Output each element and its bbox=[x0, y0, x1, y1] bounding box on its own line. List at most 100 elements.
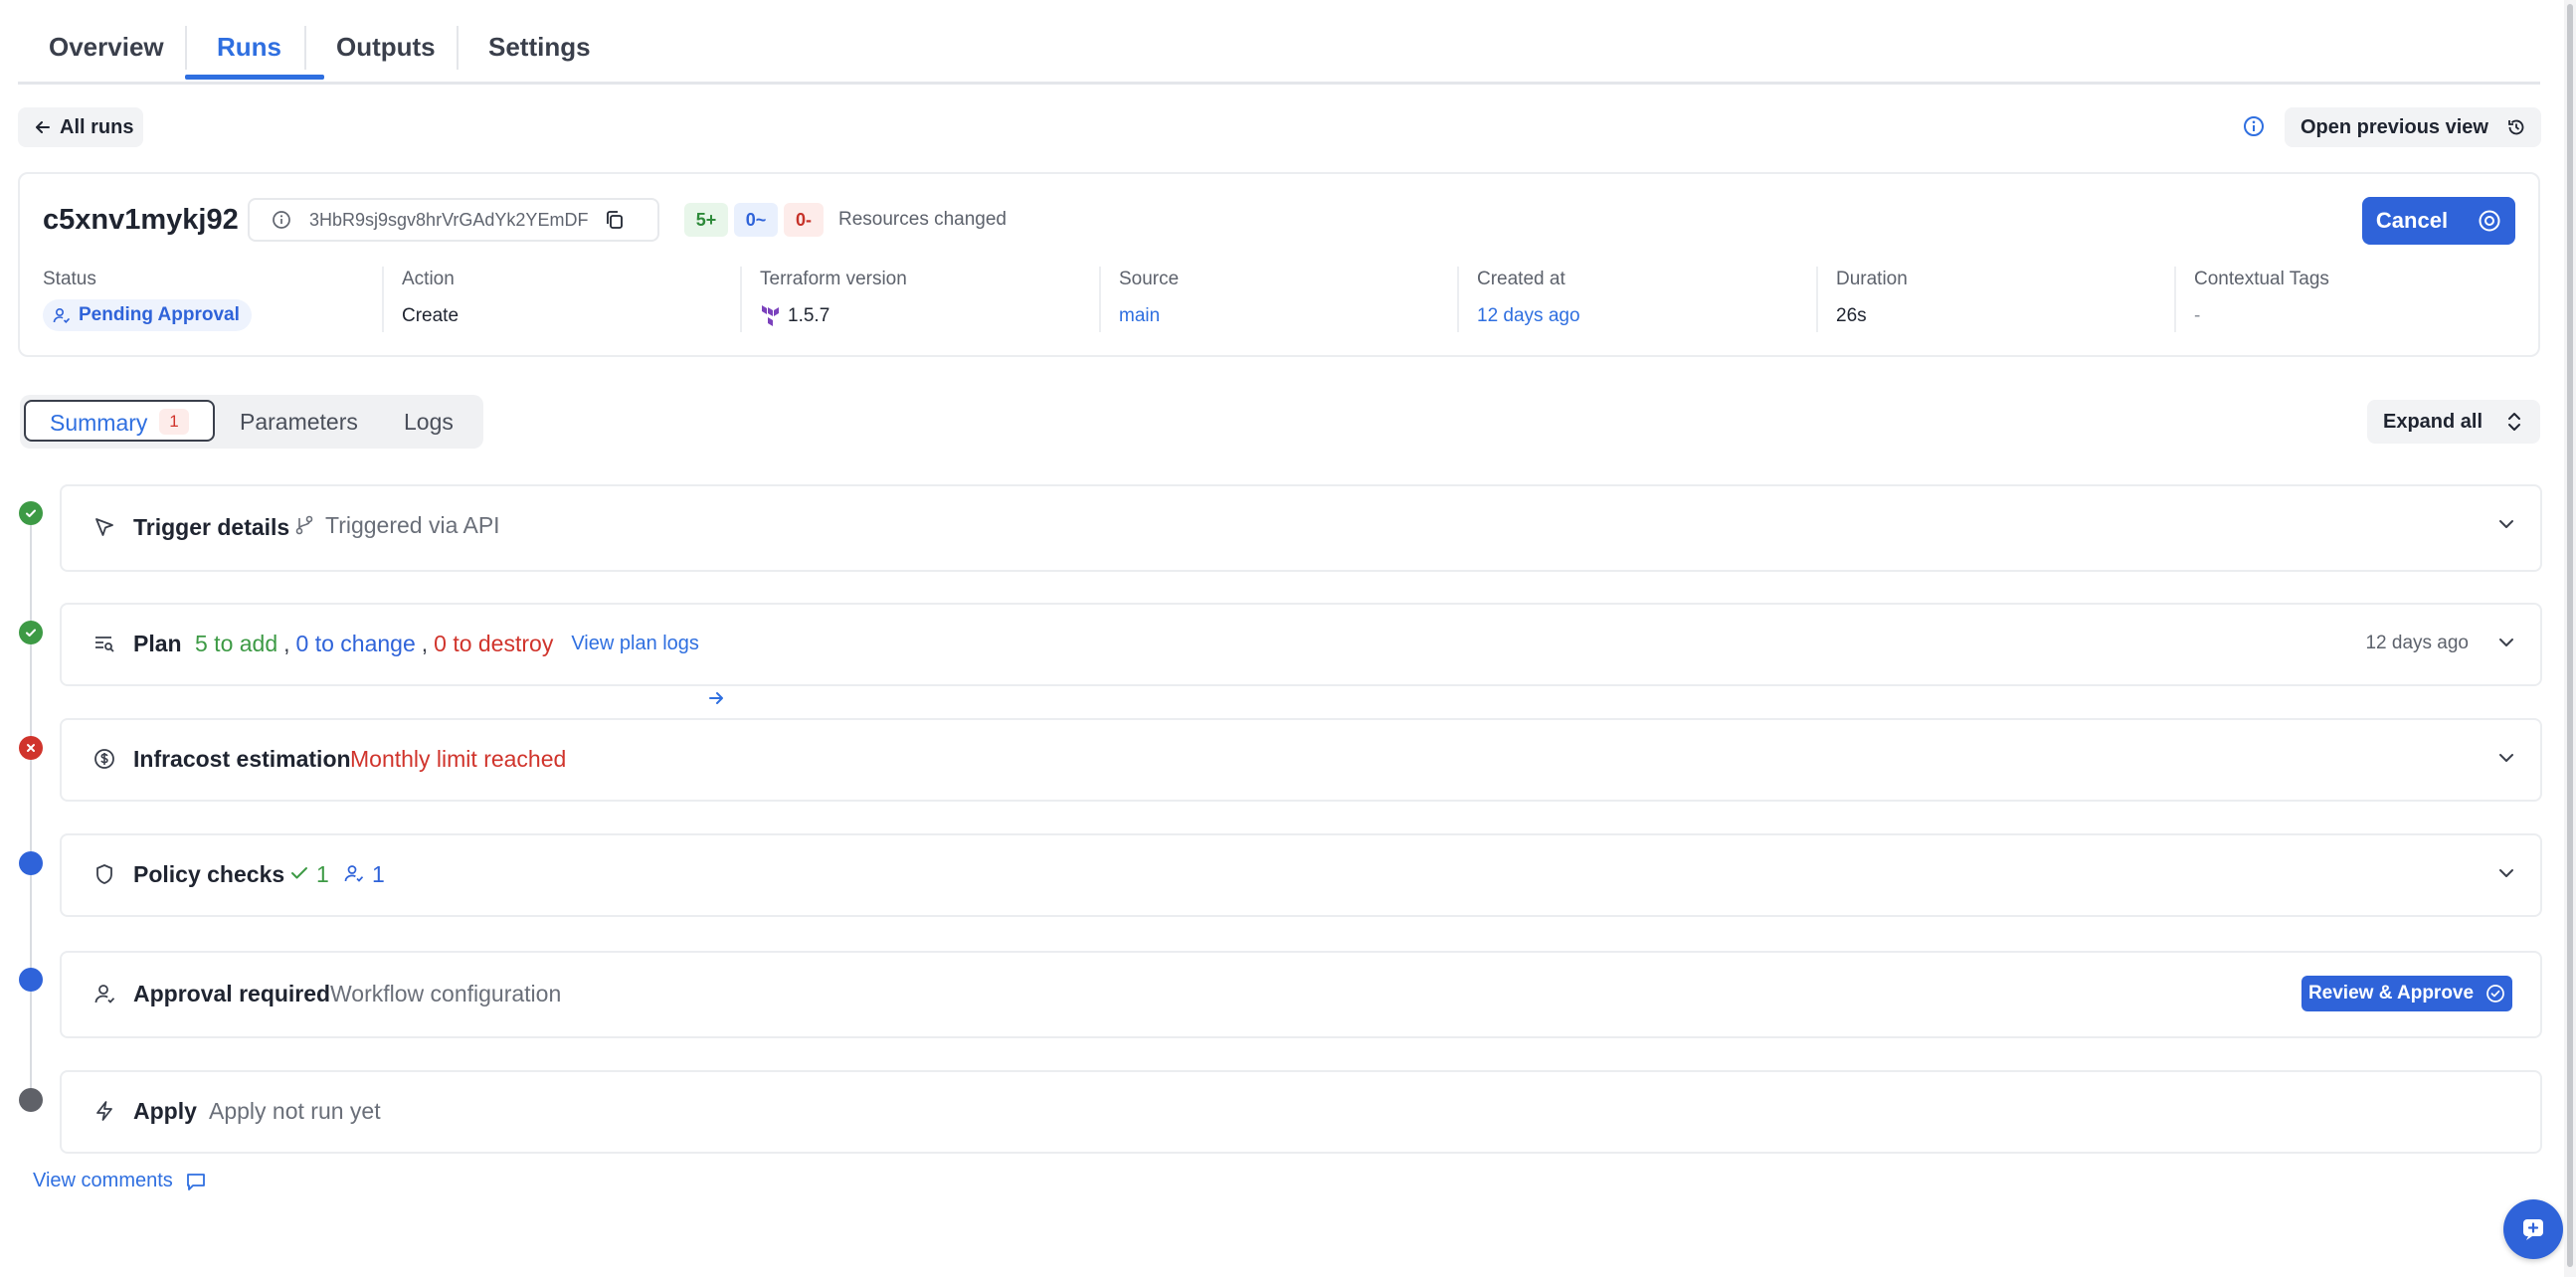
all-runs-button[interactable]: All runs bbox=[18, 107, 143, 147]
all-runs-label: All runs bbox=[60, 115, 134, 138]
chevron-down-icon[interactable] bbox=[2496, 514, 2516, 534]
trigger-details-title: Trigger details bbox=[133, 514, 290, 540]
git-branch-icon bbox=[294, 514, 314, 536]
plan-title: Plan bbox=[133, 631, 182, 656]
resources-change-badge: 0~ bbox=[734, 203, 778, 237]
tab-divider bbox=[457, 26, 459, 70]
action-value: Create bbox=[402, 305, 460, 326]
shield-icon bbox=[93, 863, 115, 885]
tab-parameters[interactable]: Parameters bbox=[240, 409, 358, 436]
support-chat-button[interactable] bbox=[2503, 1199, 2563, 1259]
summary-count-badge: 1 bbox=[159, 409, 189, 435]
meta-divider bbox=[382, 267, 384, 332]
step-infracost-estimation[interactable]: Infracost estimation Monthly limit reach… bbox=[60, 718, 2542, 802]
chevron-down-icon[interactable] bbox=[2496, 748, 2516, 768]
meta-divider bbox=[1099, 267, 1101, 332]
open-previous-view-button[interactable]: Open previous view bbox=[2285, 107, 2541, 147]
step-policy-checks[interactable]: Policy checks 1 1 bbox=[60, 833, 2542, 917]
duration-label: Duration bbox=[1836, 269, 1908, 289]
chevron-down-icon[interactable] bbox=[2496, 863, 2516, 883]
run-name: c5xnv1mykj92 bbox=[43, 204, 239, 236]
duration-value: 26s bbox=[1836, 305, 1867, 326]
tab-logs[interactable]: Logs bbox=[404, 409, 454, 436]
infracost-status: Monthly limit reached bbox=[350, 746, 567, 772]
cursor-icon bbox=[93, 516, 115, 538]
resources-add-badge: 5+ bbox=[684, 203, 728, 237]
run-id: 3HbR9sj9sgv8hrVrGAdYk2YEmDF bbox=[309, 209, 589, 230]
tab-settings[interactable]: Settings bbox=[488, 32, 591, 63]
tab-divider bbox=[304, 26, 306, 70]
tab-overview[interactable]: Overview bbox=[49, 32, 164, 63]
cancel-run-button[interactable]: Cancel bbox=[2362, 197, 2515, 245]
step-error-icon bbox=[19, 736, 43, 760]
user-icon bbox=[93, 983, 115, 1004]
policy-checks-title: Policy checks bbox=[133, 861, 285, 887]
timeline-line bbox=[30, 525, 32, 1100]
step-approval-required[interactable]: Approval required Workflow configuration… bbox=[60, 951, 2542, 1038]
trigger-source: Triggered via API bbox=[325, 512, 500, 538]
step-success-icon bbox=[19, 621, 43, 644]
step-not-started-icon bbox=[19, 1088, 43, 1112]
info-icon[interactable] bbox=[2243, 115, 2265, 137]
copy-icon[interactable] bbox=[604, 209, 626, 231]
run-id-field: 3HbR9sj9sgv8hrVrGAdYk2YEmDF bbox=[248, 198, 659, 242]
expand-all-button[interactable]: Expand all bbox=[2367, 400, 2540, 444]
top-tab-bar: Overview Runs Outputs Settings bbox=[18, 0, 2540, 85]
step-trigger-details[interactable]: Trigger details Triggered via API bbox=[60, 484, 2542, 572]
apply-title: Apply bbox=[133, 1098, 197, 1124]
lightning-icon bbox=[93, 1100, 115, 1122]
meta-divider bbox=[2174, 267, 2176, 332]
plan-time: 12 days ago bbox=[2365, 633, 2469, 653]
step-plan[interactable]: Plan 5 to add , 0 to change , 0 to destr… bbox=[60, 603, 2542, 704]
dollar-circle-icon bbox=[93, 748, 115, 770]
view-comments-label: View comments bbox=[33, 1170, 173, 1191]
step-apply[interactable]: Apply Apply not run yet bbox=[60, 1070, 2542, 1154]
source-label: Source bbox=[1119, 269, 1180, 289]
history-icon bbox=[2506, 117, 2526, 137]
cancel-label: Cancel bbox=[2375, 208, 2449, 233]
step-pending-icon bbox=[19, 851, 43, 875]
meta-divider bbox=[740, 267, 742, 332]
tab-summary[interactable]: Summary 1 bbox=[24, 400, 215, 442]
check-circle-icon bbox=[2485, 984, 2505, 1003]
open-previous-view-label: Open previous view bbox=[2300, 115, 2488, 138]
user-pending-icon bbox=[344, 863, 364, 883]
arrow-left-icon bbox=[34, 118, 52, 136]
contextual-tags-label: Contextual Tags bbox=[2194, 269, 2329, 289]
resources-changed-label: Resources changed bbox=[838, 209, 1007, 230]
info-icon bbox=[272, 210, 291, 230]
tab-runs[interactable]: Runs bbox=[217, 32, 281, 63]
created-at-label: Created at bbox=[1477, 269, 1565, 289]
created-at-value[interactable]: 12 days ago bbox=[1477, 305, 1580, 327]
chevron-down-icon[interactable] bbox=[2496, 633, 2516, 652]
meta-divider bbox=[1457, 267, 1459, 332]
source-link[interactable]: main bbox=[1119, 305, 1160, 327]
contextual-tags-value: - bbox=[2194, 305, 2201, 326]
scrollbar-thumb[interactable] bbox=[2567, 4, 2573, 1267]
status-label: Status bbox=[43, 269, 96, 289]
comment-icon bbox=[185, 1171, 207, 1192]
view-comments-link[interactable]: View comments bbox=[33, 1170, 207, 1192]
step-pending-icon bbox=[19, 968, 43, 992]
terraform-logo-icon bbox=[761, 305, 781, 327]
review-approve-label: Review & Approve bbox=[2307, 983, 2475, 1003]
terraform-version-label: Terraform version bbox=[760, 269, 907, 289]
page-scrollbar[interactable] bbox=[2564, 0, 2576, 1277]
apply-status: Apply not run yet bbox=[209, 1098, 381, 1124]
infracost-title: Infracost estimation bbox=[133, 746, 351, 772]
user-pending-icon bbox=[53, 306, 71, 324]
action-label: Action bbox=[402, 269, 455, 289]
tab-divider bbox=[185, 26, 187, 70]
expand-all-label: Expand all bbox=[2383, 410, 2484, 433]
plan-list-icon bbox=[93, 633, 115, 654]
check-icon bbox=[290, 865, 308, 881]
status-value: Pending Approval bbox=[79, 304, 240, 325]
stop-circle-icon bbox=[2478, 209, 2501, 233]
approval-source: Workflow configuration bbox=[330, 981, 562, 1006]
review-approve-button[interactable]: Review & Approve bbox=[2301, 976, 2512, 1011]
resources-destroy-badge: 0- bbox=[784, 203, 824, 237]
meta-divider bbox=[1816, 267, 1818, 332]
policy-passed-count: 1 bbox=[316, 861, 329, 887]
tab-outputs[interactable]: Outputs bbox=[336, 32, 436, 63]
policy-approval-count: 1 bbox=[372, 861, 385, 887]
